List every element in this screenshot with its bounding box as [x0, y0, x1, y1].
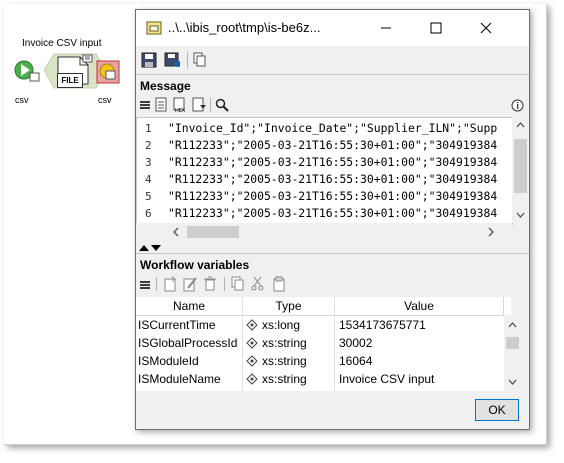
edit-icon[interactable]: [182, 276, 198, 292]
toolbar-divider: [187, 52, 188, 68]
save-to-database-icon[interactable]: [164, 52, 180, 68]
variable-value: 1534173675771: [339, 318, 426, 332]
toolbar-divider: [210, 98, 211, 112]
scroll-left-icon[interactable]: [172, 227, 179, 237]
search-icon[interactable]: [215, 98, 229, 112]
info-icon[interactable]: [511, 99, 524, 112]
variable-type: xs:string: [262, 372, 307, 386]
maximize-button[interactable]: [426, 18, 446, 38]
message-horizontal-scrollbar[interactable]: [136, 223, 512, 241]
line-number: 2: [145, 139, 152, 152]
message-line: "R112233";"2005-03-21T16:55:30+01:00";"3…: [168, 189, 498, 203]
variable-name: ISModuleId: [138, 354, 199, 368]
text-view-icon[interactable]: [154, 97, 168, 113]
hex-view-icon[interactable]: HEX: [172, 97, 188, 113]
message-line: "R112233";"2005-03-21T16:55:30+01:00";"3…: [168, 155, 498, 169]
maximize-icon: [430, 22, 442, 34]
copy-icon[interactable]: [192, 52, 208, 68]
divider: [136, 253, 529, 254]
column-divider: [242, 297, 243, 391]
scroll-right-icon[interactable]: [488, 227, 495, 237]
table-row[interactable]: ISModuleId xs:string 16064: [136, 352, 511, 370]
variable-type: xs:string: [262, 354, 307, 368]
table-row[interactable]: ISGlobalProcessId xs:string 30002: [136, 334, 511, 352]
variable-name: ISCurrentTime: [138, 318, 216, 332]
message-dialog: ..\..\ibis_root\tmp\is-be6z... Message H…: [135, 9, 530, 430]
new-variable-icon[interactable]: [162, 276, 178, 292]
ok-button[interactable]: OK: [475, 399, 519, 421]
message-text-area[interactable]: 1 "Invoice_Id";"Invoice_Date";"Supplier_…: [136, 117, 513, 225]
variable-type: xs:string: [262, 336, 307, 350]
table-row[interactable]: ISCurrentTime xs:long 1534173675771: [136, 316, 511, 334]
variable-name: ISGlobalProcessId: [138, 336, 238, 350]
column-divider: [334, 297, 335, 391]
message-vertical-scrollbar[interactable]: [512, 117, 529, 223]
column-header-type[interactable]: Type: [243, 297, 335, 316]
cut-icon[interactable]: [251, 276, 265, 292]
line-number: 5: [145, 190, 152, 203]
scroll-thumb[interactable]: [506, 337, 519, 349]
scroll-down-icon[interactable]: [516, 212, 525, 219]
message-line: "Invoice_Id";"Invoice_Date";"Supplier_IL…: [168, 121, 498, 135]
port-label-left: csv: [15, 95, 29, 105]
menu-icon[interactable]: [139, 99, 151, 111]
scroll-thumb[interactable]: [514, 139, 527, 193]
toolbar-divider: [224, 277, 225, 291]
line-number: 6: [145, 207, 152, 220]
close-button[interactable]: [476, 18, 496, 38]
minimize-button[interactable]: [376, 18, 396, 38]
node-label: Invoice CSV input: [22, 38, 102, 49]
close-icon: [480, 22, 492, 34]
variable-value: 16064: [339, 354, 373, 368]
message-line: "R112233";"2005-03-21T16:55:30+01:00";"3…: [168, 172, 498, 186]
minimize-icon: [381, 27, 391, 29]
dialog-title: ..\..\ibis_root\tmp\is-be6z...: [168, 20, 321, 35]
table-vertical-scrollbar[interactable]: [504, 315, 521, 391]
variable-type-icon: [246, 337, 258, 349]
delete-icon[interactable]: [203, 276, 217, 292]
variable-type: xs:long: [262, 318, 301, 332]
file-badge: FILE: [57, 73, 83, 88]
line-number: 4: [145, 173, 152, 186]
toolbar-divider: [156, 277, 157, 291]
app-window-icon: [146, 21, 162, 35]
line-number: 1: [145, 122, 152, 135]
scroll-up-icon[interactable]: [516, 121, 525, 128]
menu-icon[interactable]: [139, 279, 151, 291]
save-icon[interactable]: [141, 52, 157, 68]
column-header-name[interactable]: Name: [136, 297, 243, 316]
variable-type-icon: [246, 355, 258, 367]
svg-text:HEX: HEX: [175, 108, 186, 113]
scroll-down-icon[interactable]: [508, 379, 517, 386]
table-row[interactable]: ISModuleName xs:string Invoice CSV input: [136, 370, 511, 388]
scroll-thumb[interactable]: [187, 226, 239, 238]
port-label-right: csv: [98, 95, 112, 105]
paste-icon[interactable]: [272, 276, 286, 292]
variable-value: 30002: [339, 336, 373, 350]
message-heading: Message: [140, 79, 191, 93]
line-number: 3: [145, 156, 152, 169]
copy-icon[interactable]: [230, 276, 246, 292]
splitter-arrows-icon[interactable]: [139, 244, 161, 252]
variables-heading: Workflow variables: [140, 258, 250, 272]
variable-type-icon: [246, 373, 258, 385]
message-line: "R112233";"2005-03-21T16:55:30+01:00";"3…: [168, 138, 498, 152]
variable-type-icon: [246, 319, 258, 331]
screenshot-canvas: Invoice CSV input FILE csv csv ..\..\ibi…: [0, 0, 564, 463]
variable-name: ISModuleName: [138, 372, 221, 386]
column-header-value[interactable]: Value: [335, 297, 504, 316]
divider: [136, 74, 529, 75]
variable-value: Invoice CSV input: [339, 372, 435, 386]
export-icon[interactable]: [191, 97, 207, 113]
message-line: "R112233";"2005-03-21T16:55:30+01:00";"3…: [168, 206, 498, 220]
dialog-titlebar[interactable]: ..\..\ibis_root\tmp\is-be6z...: [136, 10, 529, 46]
scroll-up-icon[interactable]: [508, 321, 517, 328]
